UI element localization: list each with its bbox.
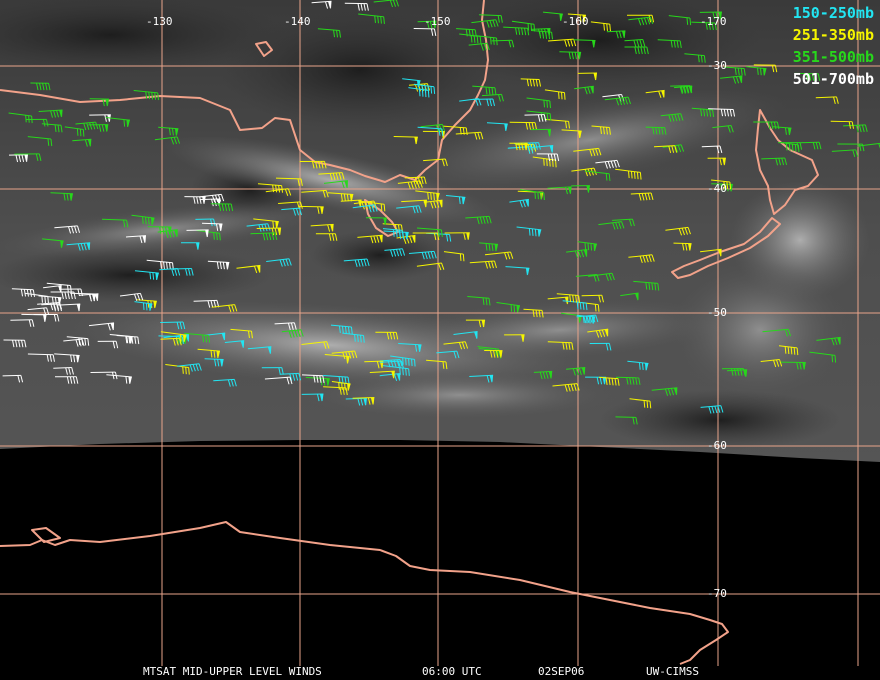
latitude-label: -70 (707, 587, 727, 600)
legend-501-700mb: 501-700mb (792, 70, 874, 88)
latitude-label: -40 (707, 182, 727, 195)
latitude-label: -60 (707, 439, 727, 452)
latitude-label: -30 (707, 59, 727, 72)
longitude-label: -140 (284, 15, 311, 28)
legend-351-500mb: 351-500mb (792, 48, 874, 66)
satellite-imagery (0, 0, 880, 462)
longitude-label: -170 (700, 15, 727, 28)
footer-time: 06:00 UTC (422, 665, 482, 678)
legend-251-350mb: 251-350mb (792, 26, 874, 44)
latitude-label: -50 (707, 306, 727, 319)
footer-date: 02SEP06 (538, 665, 585, 678)
footer-source: UW-CIMSS (646, 665, 699, 678)
longitude-label: -160 (562, 15, 589, 28)
coastline-antarctica (0, 521, 729, 665)
footer-product: MTSAT MID-UPPER LEVEL WINDS (143, 665, 322, 678)
longitude-label: -130 (146, 15, 173, 28)
longitude-label: -150 (424, 15, 451, 28)
water-vapor-map (0, 0, 880, 666)
legend-150-250mb: 150-250mb (792, 4, 874, 22)
